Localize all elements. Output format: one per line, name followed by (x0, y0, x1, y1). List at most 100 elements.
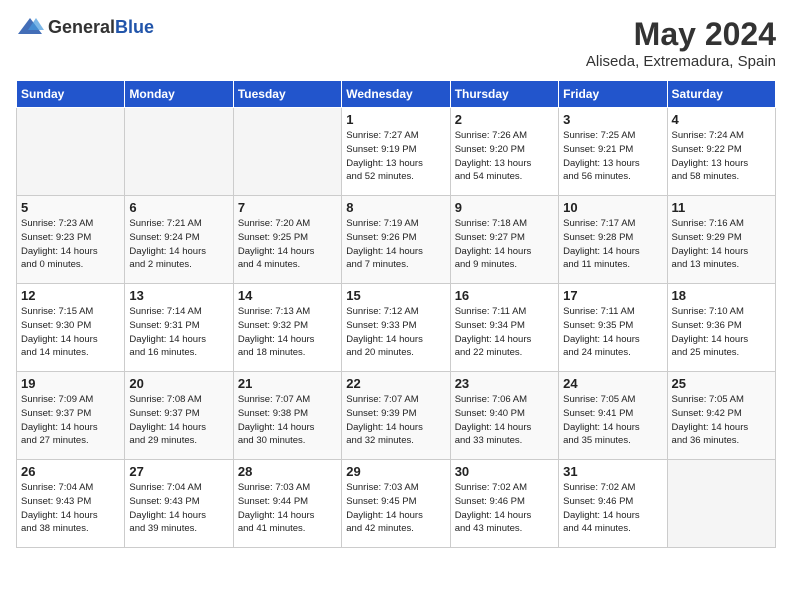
week-row-5: 26 Sunrise: 7:04 AM Sunset: 9:43 PM Dayli… (17, 460, 776, 548)
day-info: Sunrise: 7:18 AM Sunset: 9:27 PM Dayligh… (455, 217, 554, 272)
day-number: 23 (455, 376, 554, 391)
day-info: Sunrise: 7:27 AM Sunset: 9:19 PM Dayligh… (346, 129, 445, 184)
day-number: 29 (346, 464, 445, 479)
logo-text-general: General (48, 17, 115, 37)
calendar-cell: 28 Sunrise: 7:03 AM Sunset: 9:44 PM Dayli… (233, 460, 341, 548)
day-number: 1 (346, 112, 445, 127)
calendar-cell: 15Sunrise: 7:12 AM Sunset: 9:33 PM Dayli… (342, 284, 450, 372)
day-info: Sunrise: 7:10 AM Sunset: 9:36 PM Dayligh… (672, 305, 771, 360)
day-info: Sunrise: 7:03 AM Sunset: 9:44 PM Dayligh… (238, 481, 337, 536)
calendar-cell: 16 Sunrise: 7:11 AM Sunset: 9:34 PM Dayli… (450, 284, 558, 372)
day-info: Sunrise: 7:26 AM Sunset: 9:20 PM Dayligh… (455, 129, 554, 184)
day-info: Sunrise: 7:15 AM Sunset: 9:30 PM Dayligh… (21, 305, 120, 360)
day-info: Sunrise: 7:24 AM Sunset: 9:22 PM Dayligh… (672, 129, 771, 184)
calendar-cell: 11 Sunrise: 7:16 AM Sunset: 9:29 PM Dayli… (667, 196, 775, 284)
day-number: 15 (346, 288, 445, 303)
calendar-cell: 24 Sunrise: 7:05 AM Sunset: 9:41 PM Dayli… (559, 372, 667, 460)
day-number: 7 (238, 200, 337, 215)
day-number: 10 (563, 200, 662, 215)
calendar-cell: 25 Sunrise: 7:05 AM Sunset: 9:42 PM Dayli… (667, 372, 775, 460)
calendar-cell (233, 108, 341, 196)
day-number: 2 (455, 112, 554, 127)
title-block: May 2024 Aliseda, Extremadura, Spain (586, 16, 776, 70)
day-info: Sunrise: 7:04 AM Sunset: 9:43 PM Dayligh… (129, 481, 228, 536)
day-number: 6 (129, 200, 228, 215)
day-info: Sunrise: 7:19 AM Sunset: 9:26 PM Dayligh… (346, 217, 445, 272)
logo: GeneralBlue (16, 16, 154, 38)
calendar-cell: 26 Sunrise: 7:04 AM Sunset: 9:43 PM Dayli… (17, 460, 125, 548)
day-info: Sunrise: 7:07 AM Sunset: 9:38 PM Dayligh… (238, 393, 337, 448)
day-number: 18 (672, 288, 771, 303)
calendar-cell: 20 Sunrise: 7:08 AM Sunset: 9:37 PM Dayli… (125, 372, 233, 460)
logo-icon (16, 16, 44, 38)
day-number: 20 (129, 376, 228, 391)
calendar-cell: 30 Sunrise: 7:02 AM Sunset: 9:46 PM Dayli… (450, 460, 558, 548)
calendar-cell: 8 Sunrise: 7:19 AM Sunset: 9:26 PM Daylig… (342, 196, 450, 284)
day-info: Sunrise: 7:02 AM Sunset: 9:46 PM Dayligh… (455, 481, 554, 536)
day-info: Sunrise: 7:11 AM Sunset: 9:34 PM Dayligh… (455, 305, 554, 360)
dow-header-wednesday: Wednesday (342, 81, 450, 108)
day-info: Sunrise: 7:06 AM Sunset: 9:40 PM Dayligh… (455, 393, 554, 448)
calendar-cell: 4 Sunrise: 7:24 AM Sunset: 9:22 PM Daylig… (667, 108, 775, 196)
days-of-week-row: SundayMondayTuesdayWednesdayThursdayFrid… (17, 81, 776, 108)
day-info: Sunrise: 7:13 AM Sunset: 9:32 PM Dayligh… (238, 305, 337, 360)
day-number: 30 (455, 464, 554, 479)
day-number: 25 (672, 376, 771, 391)
dow-header-monday: Monday (125, 81, 233, 108)
calendar-cell: 27 Sunrise: 7:04 AM Sunset: 9:43 PM Dayli… (125, 460, 233, 548)
day-info: Sunrise: 7:20 AM Sunset: 9:25 PM Dayligh… (238, 217, 337, 272)
week-row-2: 5 Sunrise: 7:23 AM Sunset: 9:23 PM Daylig… (17, 196, 776, 284)
day-info: Sunrise: 7:16 AM Sunset: 9:29 PM Dayligh… (672, 217, 771, 272)
calendar-cell: 18 Sunrise: 7:10 AM Sunset: 9:36 PM Dayli… (667, 284, 775, 372)
day-number: 26 (21, 464, 120, 479)
day-number: 8 (346, 200, 445, 215)
calendar-cell: 14 Sunrise: 7:13 AM Sunset: 9:32 PM Dayli… (233, 284, 341, 372)
logo-text-blue: Blue (115, 17, 154, 37)
day-number: 16 (455, 288, 554, 303)
week-row-3: 12Sunrise: 7:15 AM Sunset: 9:30 PM Dayli… (17, 284, 776, 372)
day-number: 31 (563, 464, 662, 479)
day-number: 4 (672, 112, 771, 127)
calendar-cell (125, 108, 233, 196)
day-info: Sunrise: 7:04 AM Sunset: 9:43 PM Dayligh… (21, 481, 120, 536)
day-number: 11 (672, 200, 771, 215)
dow-header-tuesday: Tuesday (233, 81, 341, 108)
day-number: 24 (563, 376, 662, 391)
dow-header-sunday: Sunday (17, 81, 125, 108)
calendar-cell: 6Sunrise: 7:21 AM Sunset: 9:24 PM Daylig… (125, 196, 233, 284)
day-info: Sunrise: 7:05 AM Sunset: 9:41 PM Dayligh… (563, 393, 662, 448)
calendar-cell: 13 Sunrise: 7:14 AM Sunset: 9:31 PM Dayli… (125, 284, 233, 372)
day-info: Sunrise: 7:08 AM Sunset: 9:37 PM Dayligh… (129, 393, 228, 448)
calendar-table: SundayMondayTuesdayWednesdayThursdayFrid… (16, 80, 776, 548)
day-number: 13 (129, 288, 228, 303)
day-info: Sunrise: 7:14 AM Sunset: 9:31 PM Dayligh… (129, 305, 228, 360)
calendar-cell: 7 Sunrise: 7:20 AM Sunset: 9:25 PM Daylig… (233, 196, 341, 284)
day-number: 3 (563, 112, 662, 127)
day-number: 28 (238, 464, 337, 479)
calendar-body: 1 Sunrise: 7:27 AM Sunset: 9:19 PM Daylig… (17, 108, 776, 548)
week-row-4: 19 Sunrise: 7:09 AM Sunset: 9:37 PM Dayli… (17, 372, 776, 460)
day-info: Sunrise: 7:03 AM Sunset: 9:45 PM Dayligh… (346, 481, 445, 536)
dow-header-friday: Friday (559, 81, 667, 108)
week-row-1: 1 Sunrise: 7:27 AM Sunset: 9:19 PM Daylig… (17, 108, 776, 196)
day-info: Sunrise: 7:17 AM Sunset: 9:28 PM Dayligh… (563, 217, 662, 272)
day-info: Sunrise: 7:02 AM Sunset: 9:46 PM Dayligh… (563, 481, 662, 536)
calendar-cell: 29 Sunrise: 7:03 AM Sunset: 9:45 PM Dayli… (342, 460, 450, 548)
day-number: 17 (563, 288, 662, 303)
calendar-cell (667, 460, 775, 548)
day-number: 19 (21, 376, 120, 391)
day-info: Sunrise: 7:25 AM Sunset: 9:21 PM Dayligh… (563, 129, 662, 184)
day-number: 27 (129, 464, 228, 479)
day-info: Sunrise: 7:09 AM Sunset: 9:37 PM Dayligh… (21, 393, 120, 448)
day-info: Sunrise: 7:23 AM Sunset: 9:23 PM Dayligh… (21, 217, 120, 272)
day-info: Sunrise: 7:05 AM Sunset: 9:42 PM Dayligh… (672, 393, 771, 448)
calendar-cell: 12Sunrise: 7:15 AM Sunset: 9:30 PM Dayli… (17, 284, 125, 372)
day-number: 5 (21, 200, 120, 215)
calendar-cell: 10 Sunrise: 7:17 AM Sunset: 9:28 PM Dayli… (559, 196, 667, 284)
day-info: Sunrise: 7:11 AM Sunset: 9:35 PM Dayligh… (563, 305, 662, 360)
day-info: Sunrise: 7:07 AM Sunset: 9:39 PM Dayligh… (346, 393, 445, 448)
day-number: 22 (346, 376, 445, 391)
page-header: GeneralBlue May 2024 Aliseda, Extremadur… (16, 16, 776, 70)
calendar-cell: 2 Sunrise: 7:26 AM Sunset: 9:20 PM Daylig… (450, 108, 558, 196)
day-number: 14 (238, 288, 337, 303)
